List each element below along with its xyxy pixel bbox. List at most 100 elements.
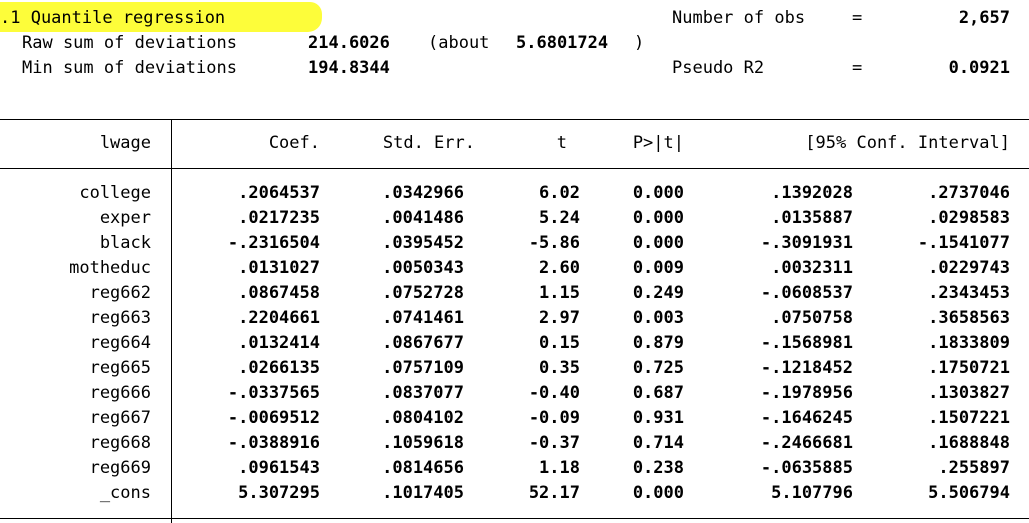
row-variable: reg668 [89,433,151,453]
row-ci-upper: .1833809 [928,333,1010,353]
about-value: 5.6801724 [516,33,609,53]
row-stderr: .0752728 [382,283,464,303]
row-stderr: .0041486 [382,208,464,228]
row-pvalue: 0.931 [632,408,684,428]
row-variable: black [99,233,151,253]
conf-interval-header: [95% Conf. Interval] [805,133,1010,153]
row-ci-lower: -.1218452 [760,358,853,378]
row-t-stat: 0.15 [539,333,580,353]
row-variable: reg664 [89,333,151,353]
row-stderr: .1059618 [382,433,464,453]
row-stderr: .0395452 [382,233,464,253]
pseudo-r2-equals: = [852,58,863,78]
row-coef: .2204661 [238,308,320,328]
row-variable: reg669 [89,458,151,478]
row-pvalue: 0.003 [632,308,684,328]
row-coef: -.0388916 [227,433,320,453]
row-t-stat: -0.40 [528,383,580,403]
row-coef: .0131027 [238,258,320,278]
min-sum-label: Min sum of deviations [22,58,237,78]
row-pvalue: 0.000 [632,208,684,228]
row-coef: -.2316504 [227,233,320,253]
raw-sum-label: Raw sum of deviations [22,33,237,53]
row-ci-lower: -.1646245 [760,408,853,428]
row-pvalue: 0.249 [632,283,684,303]
row-stderr: .0867677 [382,333,464,353]
t-header: t [556,133,567,153]
row-variable: reg666 [89,383,151,403]
nobs-equals: = [852,8,863,28]
row-coef: 5.307295 [238,483,320,503]
row-ci-upper: .0298583 [928,208,1010,228]
row-stderr: .1017405 [382,483,464,503]
row-t-stat: 2.97 [539,308,580,328]
row-ci-upper: .1750721 [928,358,1010,378]
depvar-header: lwage [99,133,151,153]
row-ci-lower: .0032311 [771,258,853,278]
row-variable: reg663 [89,308,151,328]
row-ci-upper: .2343453 [928,283,1010,303]
row-stderr: .0342966 [382,183,464,203]
row-t-stat: -0.09 [528,408,580,428]
row-coef: -.0069512 [227,408,320,428]
raw-sum-value: 214.6026 [308,33,390,53]
row-ci-upper: .1507221 [928,408,1010,428]
row-pvalue: 0.009 [632,258,684,278]
row-t-stat: 6.02 [539,183,580,203]
row-variable: reg665 [89,358,151,378]
row-t-stat: 1.15 [539,283,580,303]
row-variable: reg662 [89,283,151,303]
row-ci-lower: 5.107796 [771,483,853,503]
row-stderr: .0804102 [382,408,464,428]
stderr-header: Std. Err. [382,133,475,153]
row-t-stat: -0.37 [528,433,580,453]
row-ci-lower: -.0608537 [760,283,853,303]
row-t-stat: 52.17 [528,483,580,503]
nobs-value: 2,657 [958,8,1010,28]
row-ci-upper: .1688848 [928,433,1010,453]
row-pvalue: 0.725 [632,358,684,378]
row-ci-upper: .1303827 [928,383,1010,403]
pseudo-r2-value: 0.0921 [948,58,1010,78]
row-ci-lower: -.1568981 [760,333,853,353]
row-ci-lower: -.3091931 [760,233,853,253]
row-ci-upper: .255897 [938,458,1010,478]
row-variable: reg667 [89,408,151,428]
nobs-label: Number of obs [672,8,806,28]
row-stderr: .0050343 [382,258,464,278]
row-coef: .0961543 [238,458,320,478]
table-bottom-rule [0,518,1029,519]
about-open-label: (about [428,33,490,53]
row-pvalue: 0.000 [632,183,684,203]
row-ci-lower: -.0635885 [760,458,853,478]
about-close-paren: ) [634,33,645,53]
row-ci-lower: .0750758 [771,308,853,328]
row-variable: exper [99,208,151,228]
row-t-stat: 0.35 [539,358,580,378]
row-ci-upper: -.1541077 [917,233,1010,253]
pvalue-header: P>|t| [632,133,684,153]
row-ci-upper: .3658563 [928,308,1010,328]
table-header-rule [0,168,1029,169]
row-t-stat: 5.24 [539,208,580,228]
row-coef: .2064537 [238,183,320,203]
row-ci-upper: 5.506794 [928,483,1010,503]
regression-title: .1 Quantile regression [0,8,226,28]
row-pvalue: 0.238 [632,458,684,478]
table-column-separator [171,119,172,523]
row-coef: .0217235 [238,208,320,228]
row-t-stat: 1.18 [539,458,580,478]
row-ci-lower: -.2466681 [760,433,853,453]
row-variable: _cons [99,483,151,503]
row-variable: motheduc [69,258,151,278]
row-ci-lower: -.1978956 [760,383,853,403]
row-stderr: .0757109 [382,358,464,378]
row-ci-lower: .0135887 [771,208,853,228]
row-coef: .0867458 [238,283,320,303]
row-coef: -.0337565 [227,383,320,403]
row-stderr: .0814656 [382,458,464,478]
pseudo-r2-label: Pseudo R2 [672,58,765,78]
min-sum-value: 194.8344 [308,58,390,78]
coef-header: Coef. [268,133,320,153]
row-stderr: .0837077 [382,383,464,403]
